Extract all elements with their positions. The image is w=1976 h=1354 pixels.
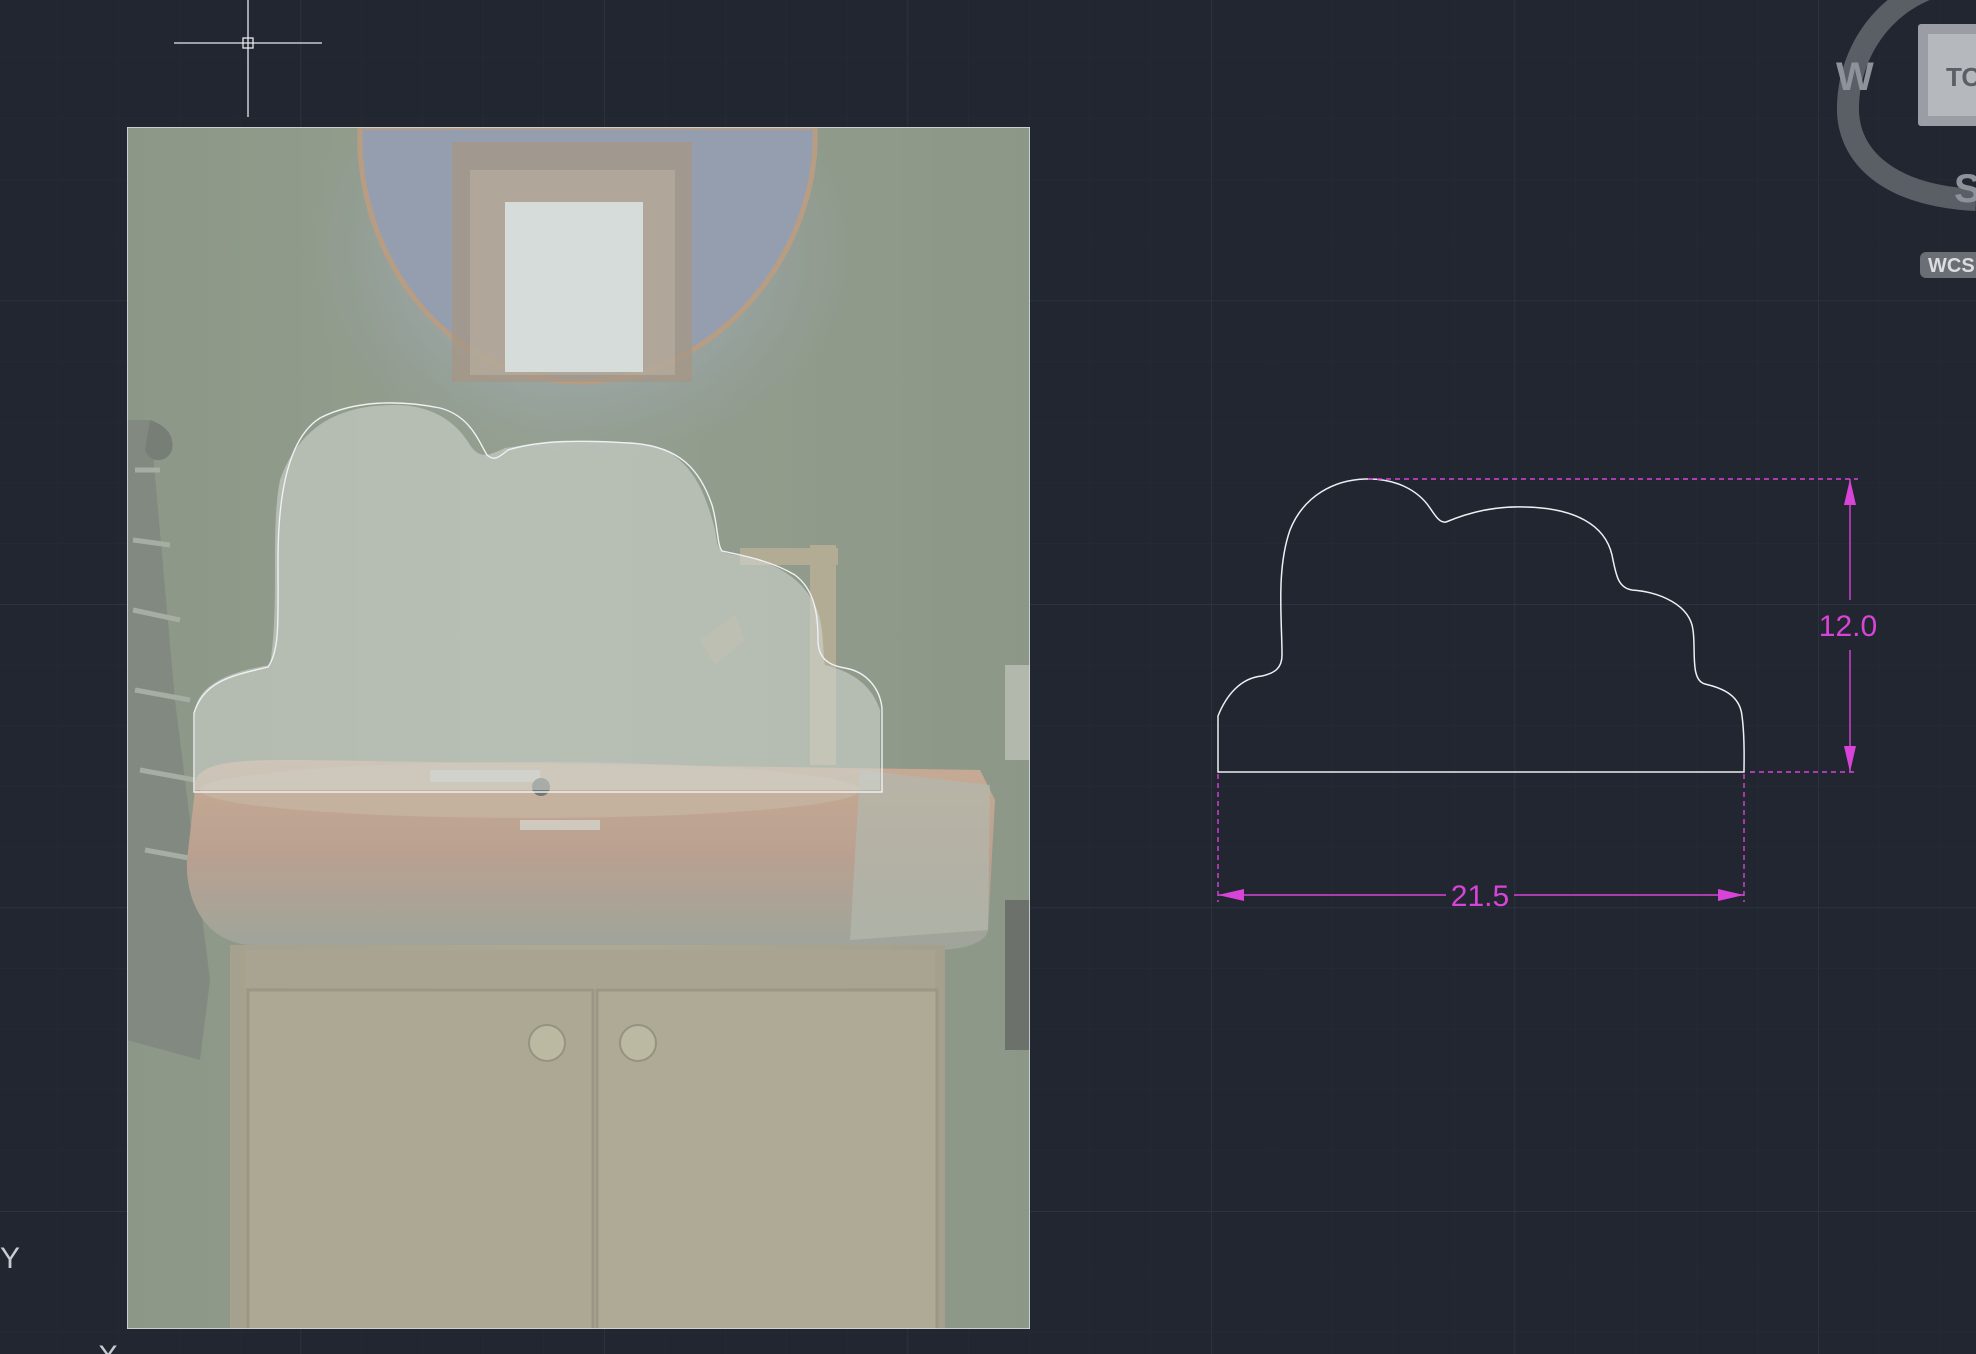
viewcube-south-label[interactable]: S	[1954, 167, 1976, 211]
vertical-dimension-value[interactable]: 12.0	[1819, 610, 1877, 643]
ucs-x-label: X	[98, 1340, 118, 1354]
drawing-viewport[interactable]: 21.5 12.0 TO W S WCS Y X	[0, 0, 1976, 1354]
ucs-y-label: Y	[0, 1242, 20, 1275]
viewcube-west-label[interactable]: W	[1836, 55, 1874, 99]
horizontal-dimension-value[interactable]: 21.5	[1451, 880, 1509, 913]
ucs-menu-label: WCS	[1928, 255, 1975, 277]
bathroom-photo-icon	[127, 127, 1030, 1329]
reference-image[interactable]	[127, 30, 1030, 1335]
viewcube-face-label: TO	[1946, 62, 1976, 92]
